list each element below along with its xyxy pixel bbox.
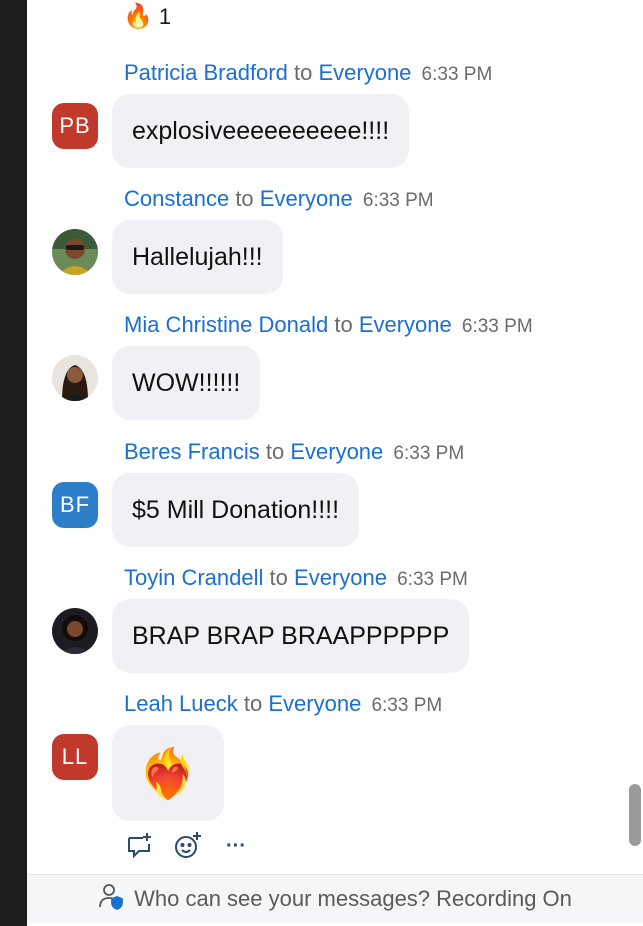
message-bubble[interactable]: Hallelujah!!!	[112, 220, 283, 294]
reaction-count: 1	[158, 4, 172, 29]
message-time: 6:33 PM	[393, 443, 465, 464]
audience-name[interactable]: Everyone	[290, 439, 383, 464]
avatar[interactable]: PB	[52, 103, 98, 149]
audience-name[interactable]: Everyone	[359, 312, 452, 337]
message-header: Patricia Bradford to Everyone 6:33 PM	[124, 58, 492, 90]
reaction-chip[interactable]: 🔥 1	[123, 2, 171, 32]
audience-name[interactable]: Everyone	[260, 186, 353, 211]
message-bubble[interactable]: BRAP BRAP BRAAPPPPPP	[112, 599, 470, 673]
to-label: to	[243, 691, 263, 716]
message-header: Constance to Everyone 6:33 PM	[124, 184, 434, 216]
avatar-photo[interactable]	[52, 355, 98, 401]
fire-emoji: 🔥	[123, 3, 153, 30]
sender-name[interactable]: Constance	[124, 186, 229, 211]
message-header: Toyin Crandell to Everyone 6:33 PM	[124, 563, 468, 595]
sender-name[interactable]: Mia Christine Donald	[124, 312, 328, 337]
avatar-photo[interactable]	[52, 229, 98, 275]
audience-name[interactable]: Everyone	[294, 565, 387, 590]
sender-name[interactable]: Toyin Crandell	[124, 565, 263, 590]
add-reaction-icon[interactable]	[172, 830, 204, 862]
audience-name[interactable]: Everyone	[268, 691, 361, 716]
to-label: to	[235, 186, 254, 211]
to-label: to	[293, 60, 313, 85]
message-time: 6:33 PM	[371, 695, 443, 716]
avatar-photo[interactable]	[52, 608, 98, 654]
to-label: to	[269, 565, 288, 590]
avatar[interactable]: LL	[52, 734, 98, 780]
message-time: 6:33 PM	[421, 64, 493, 85]
message-header: Beres Francis to Everyone 6:33 PM	[124, 437, 464, 469]
message-header: Mia Christine Donald to Everyone 6:33 PM	[124, 310, 533, 342]
reply-icon[interactable]	[124, 830, 156, 862]
audience-name[interactable]: Everyone	[318, 60, 411, 85]
message-time: 6:33 PM	[362, 190, 434, 211]
to-label: to	[334, 312, 353, 337]
sender-name[interactable]: Leah Lueck	[124, 691, 238, 716]
to-label: to	[265, 439, 285, 464]
message-header: Leah Lueck to Everyone 6:33 PM	[124, 689, 442, 721]
chat-panel: 🔥 1 Patricia Bradford to Everyone 6:33 P…	[27, 0, 643, 926]
more-options-icon[interactable]: ···	[220, 830, 252, 862]
message-time: 6:33 PM	[461, 316, 533, 337]
message-bubble[interactable]: $5 Mill Donation!!!!	[112, 473, 360, 547]
scrollbar-thumb[interactable]	[629, 784, 641, 846]
message-bubble[interactable]: explosiveeeeeeeeee!!!!	[112, 94, 410, 168]
message-bubble[interactable]: WOW!!!!!!	[112, 346, 261, 420]
avatar[interactable]: BF	[52, 482, 98, 528]
message-visibility-bar[interactable]: Who can see your messages? Recording On	[27, 874, 643, 923]
sender-name[interactable]: Beres Francis	[124, 439, 260, 464]
sender-name[interactable]: Patricia Bradford	[124, 60, 288, 85]
message-actions: ···	[124, 830, 252, 862]
message-time: 6:33 PM	[397, 569, 468, 590]
message-bubble-emoji[interactable]: ❤️‍🔥	[112, 725, 224, 821]
person-shield-icon	[98, 882, 126, 916]
visibility-text: Who can see your messages? Recording On	[134, 886, 572, 911]
